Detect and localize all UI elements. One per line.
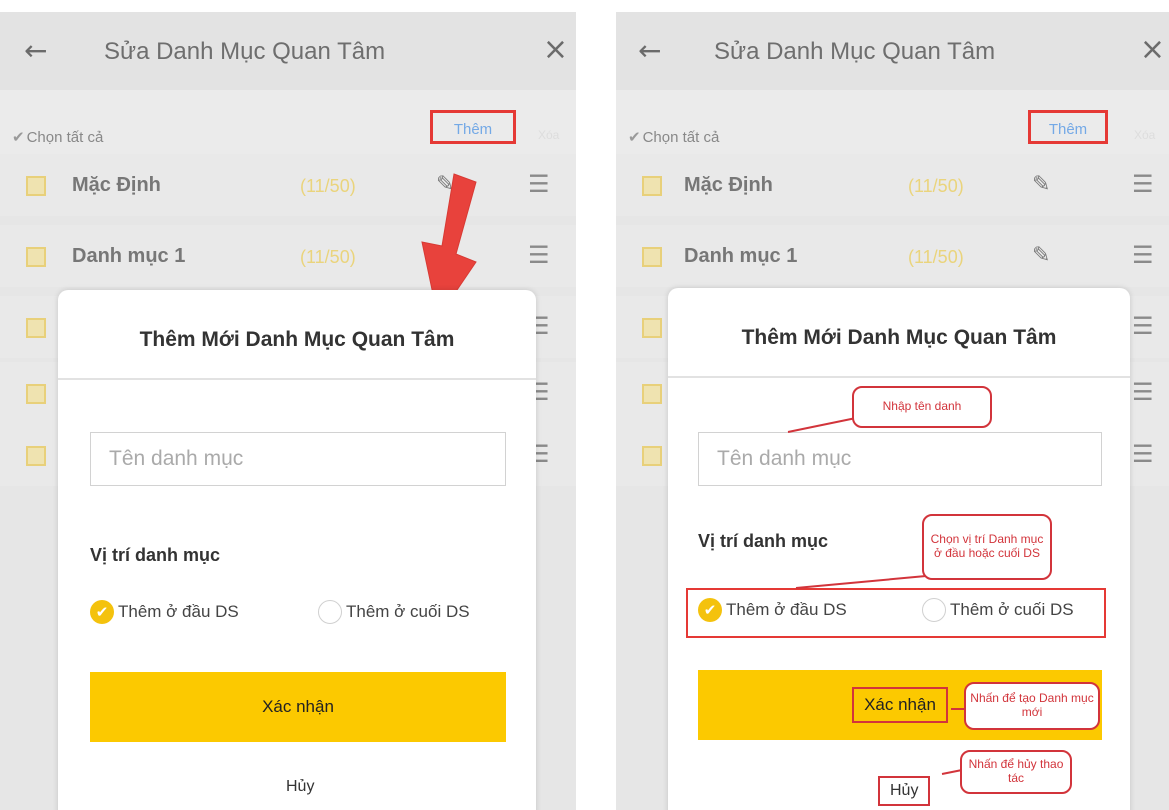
- delete-button[interactable]: Xóa: [538, 128, 559, 142]
- radio-empty-icon: [318, 600, 342, 624]
- left-screenshot: ← Sửa Danh Mục Quan Tâm × ✔ Chọn tất cả T…: [0, 12, 576, 810]
- checkbox[interactable]: [26, 247, 46, 267]
- category-name-input[interactable]: [91, 433, 505, 485]
- page-title: Sửa Danh Mục Quan Tâm: [104, 38, 386, 65]
- close-icon[interactable]: ×: [543, 32, 568, 67]
- back-arrow-icon[interactable]: ←: [24, 34, 47, 67]
- callout-choose-position: Chọn vị trí Danh mục ở đầu hoặc cuối DS: [922, 514, 1052, 580]
- checkbox[interactable]: [26, 176, 46, 196]
- radio-label: Thêm ở cuối DS: [346, 602, 470, 621]
- position-label: Vị trí danh mục: [90, 545, 221, 565]
- drag-handle-icon[interactable]: ☰: [528, 241, 550, 269]
- right-screenshot: ← Sửa Danh Mục Quan Tâm × ✔ Chọn tất cả T…: [616, 12, 1169, 810]
- list-item-name: Danh mục 1: [72, 245, 186, 267]
- checkbox[interactable]: [26, 384, 46, 404]
- list-item-count: (11/50): [300, 176, 356, 196]
- list-item-name: Mặc Định: [72, 174, 161, 196]
- confirm-button[interactable]: Xác nhận: [90, 672, 506, 742]
- radio-add-top[interactable]: ✔ Thêm ở đầu DS: [90, 600, 239, 624]
- select-all-button[interactable]: ✔ Chọn tất cả: [12, 128, 103, 146]
- divider: [58, 378, 536, 380]
- callout-press-create: Nhấn để tạo Danh mục mới: [964, 682, 1100, 730]
- add-category-dialog: Thêm Mới Danh Mục Quan Tâm Vị trí danh m…: [58, 290, 536, 810]
- category-name-field[interactable]: [90, 432, 506, 486]
- add-button[interactable]: Thêm: [430, 110, 516, 144]
- callout-press-cancel: Nhấn để hủy thao tác: [960, 750, 1072, 794]
- cancel-button[interactable]: Hủy: [286, 778, 314, 796]
- callout-enter-name: Nhập tên danh: [852, 386, 992, 428]
- select-all-label: Chọn tất cả: [26, 129, 104, 146]
- top-bar: ← Sửa Danh Mục Quan Tâm ×: [0, 12, 576, 90]
- radio-add-bottom[interactable]: Thêm ở cuối DS: [318, 600, 470, 624]
- checkbox[interactable]: [26, 446, 46, 466]
- checkmark-icon: ✔: [90, 600, 114, 624]
- radio-label: Thêm ở đầu DS: [118, 602, 239, 621]
- checkbox[interactable]: [26, 318, 46, 338]
- drag-handle-icon[interactable]: ☰: [528, 170, 550, 198]
- list-item-count: (11/50): [300, 247, 356, 267]
- dialog-title: Thêm Mới Danh Mục Quan Tâm: [139, 328, 455, 351]
- double-check-icon: ✔: [12, 129, 25, 146]
